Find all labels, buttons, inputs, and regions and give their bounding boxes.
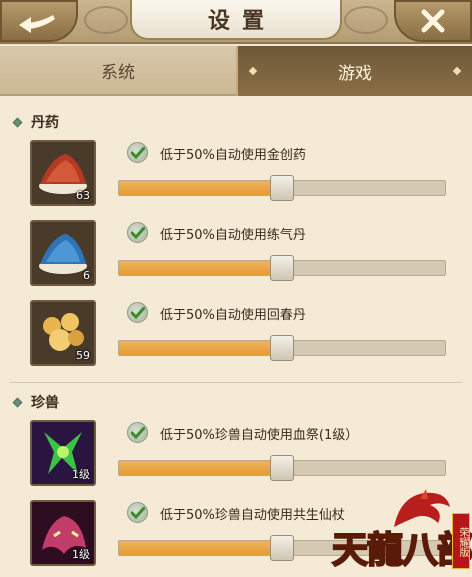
tab-system-label: 系统 xyxy=(101,62,135,83)
list-item: 59 低于50%自动使用回春丹 xyxy=(0,300,472,378)
slider-fill xyxy=(119,341,282,355)
check-icon xyxy=(130,426,145,439)
check-icon xyxy=(130,226,145,239)
slider-handle[interactable] xyxy=(270,175,294,201)
green-skill-icon: 1级 xyxy=(30,420,96,486)
logo-edition-tag: 荣耀版 xyxy=(452,513,470,569)
diamond-bullet-icon xyxy=(12,397,23,407)
close-icon xyxy=(421,9,445,33)
list-item: 63 低于50%自动使用金创药 xyxy=(0,140,472,218)
beast-skill-icon: 1级 xyxy=(30,500,96,566)
section-medicine-title: 丹药 xyxy=(12,112,59,132)
list-item: 6 低于50%自动使用练气丹 xyxy=(0,220,472,298)
close-button[interactable] xyxy=(394,0,472,42)
blue-powder-icon: 6 xyxy=(30,220,96,286)
item-count: 6 xyxy=(83,269,90,282)
header-ornament-left xyxy=(84,6,128,34)
auto-use-checkbox[interactable] xyxy=(127,422,148,443)
back-button[interactable] xyxy=(0,0,78,42)
golden-pills-icon: 59 xyxy=(30,300,96,366)
auto-use-checkbox[interactable] xyxy=(127,222,148,243)
slider-handle[interactable] xyxy=(270,455,294,481)
item-count: 63 xyxy=(76,189,90,202)
back-arrow-icon xyxy=(19,15,55,33)
game-logo: 天龍八部 荣耀版 xyxy=(322,487,472,577)
skill-level: 1级 xyxy=(72,548,90,561)
logo-text: 天龍八部 xyxy=(331,528,472,572)
auto-use-checkbox[interactable] xyxy=(127,142,148,163)
slider-fill xyxy=(119,181,282,195)
slider-fill xyxy=(119,541,282,555)
check-icon xyxy=(130,146,145,159)
auto-use-label: 低于50%珍兽自动使用共生仙杖 xyxy=(160,508,345,523)
section-pet-title: 珍兽 xyxy=(12,392,59,412)
auto-use-label: 低于50%珍兽自动使用血祭(1级） xyxy=(160,428,359,443)
threshold-slider[interactable] xyxy=(118,175,446,201)
slider-handle[interactable] xyxy=(270,535,294,561)
page-title: 设置 xyxy=(130,0,342,40)
tab-game[interactable]: 游戏 xyxy=(236,46,472,96)
section-pet-label: 珍兽 xyxy=(31,395,59,411)
diamond-icon xyxy=(248,66,258,76)
tab-game-label: 游戏 xyxy=(338,63,372,84)
red-powder-icon: 63 xyxy=(30,140,96,206)
slider-fill xyxy=(119,261,282,275)
threshold-slider[interactable] xyxy=(118,255,446,281)
section-divider xyxy=(10,382,462,383)
threshold-slider[interactable] xyxy=(118,335,446,361)
section-medicine-label: 丹药 xyxy=(31,115,59,131)
skill-level: 1级 xyxy=(72,468,90,481)
auto-use-checkbox[interactable] xyxy=(127,302,148,323)
slider-fill xyxy=(119,461,282,475)
header-bar: 设置 xyxy=(0,0,472,44)
auto-use-checkbox[interactable] xyxy=(127,502,148,523)
auto-use-label: 低于50%自动使用练气丹 xyxy=(160,228,306,243)
slider-handle[interactable] xyxy=(270,255,294,281)
diamond-icon xyxy=(452,66,462,76)
tab-system[interactable]: 系统 xyxy=(0,46,236,96)
check-icon xyxy=(130,306,145,319)
check-icon xyxy=(130,506,145,519)
auto-use-label: 低于50%自动使用回春丹 xyxy=(160,308,306,323)
threshold-slider[interactable] xyxy=(118,455,446,481)
tab-bar: 系统 游戏 xyxy=(0,46,472,96)
item-count: 59 xyxy=(76,349,90,362)
auto-use-label: 低于50%自动使用金创药 xyxy=(160,148,306,163)
header-ornament-right xyxy=(344,6,388,34)
diamond-bullet-icon xyxy=(12,117,23,127)
slider-handle[interactable] xyxy=(270,335,294,361)
